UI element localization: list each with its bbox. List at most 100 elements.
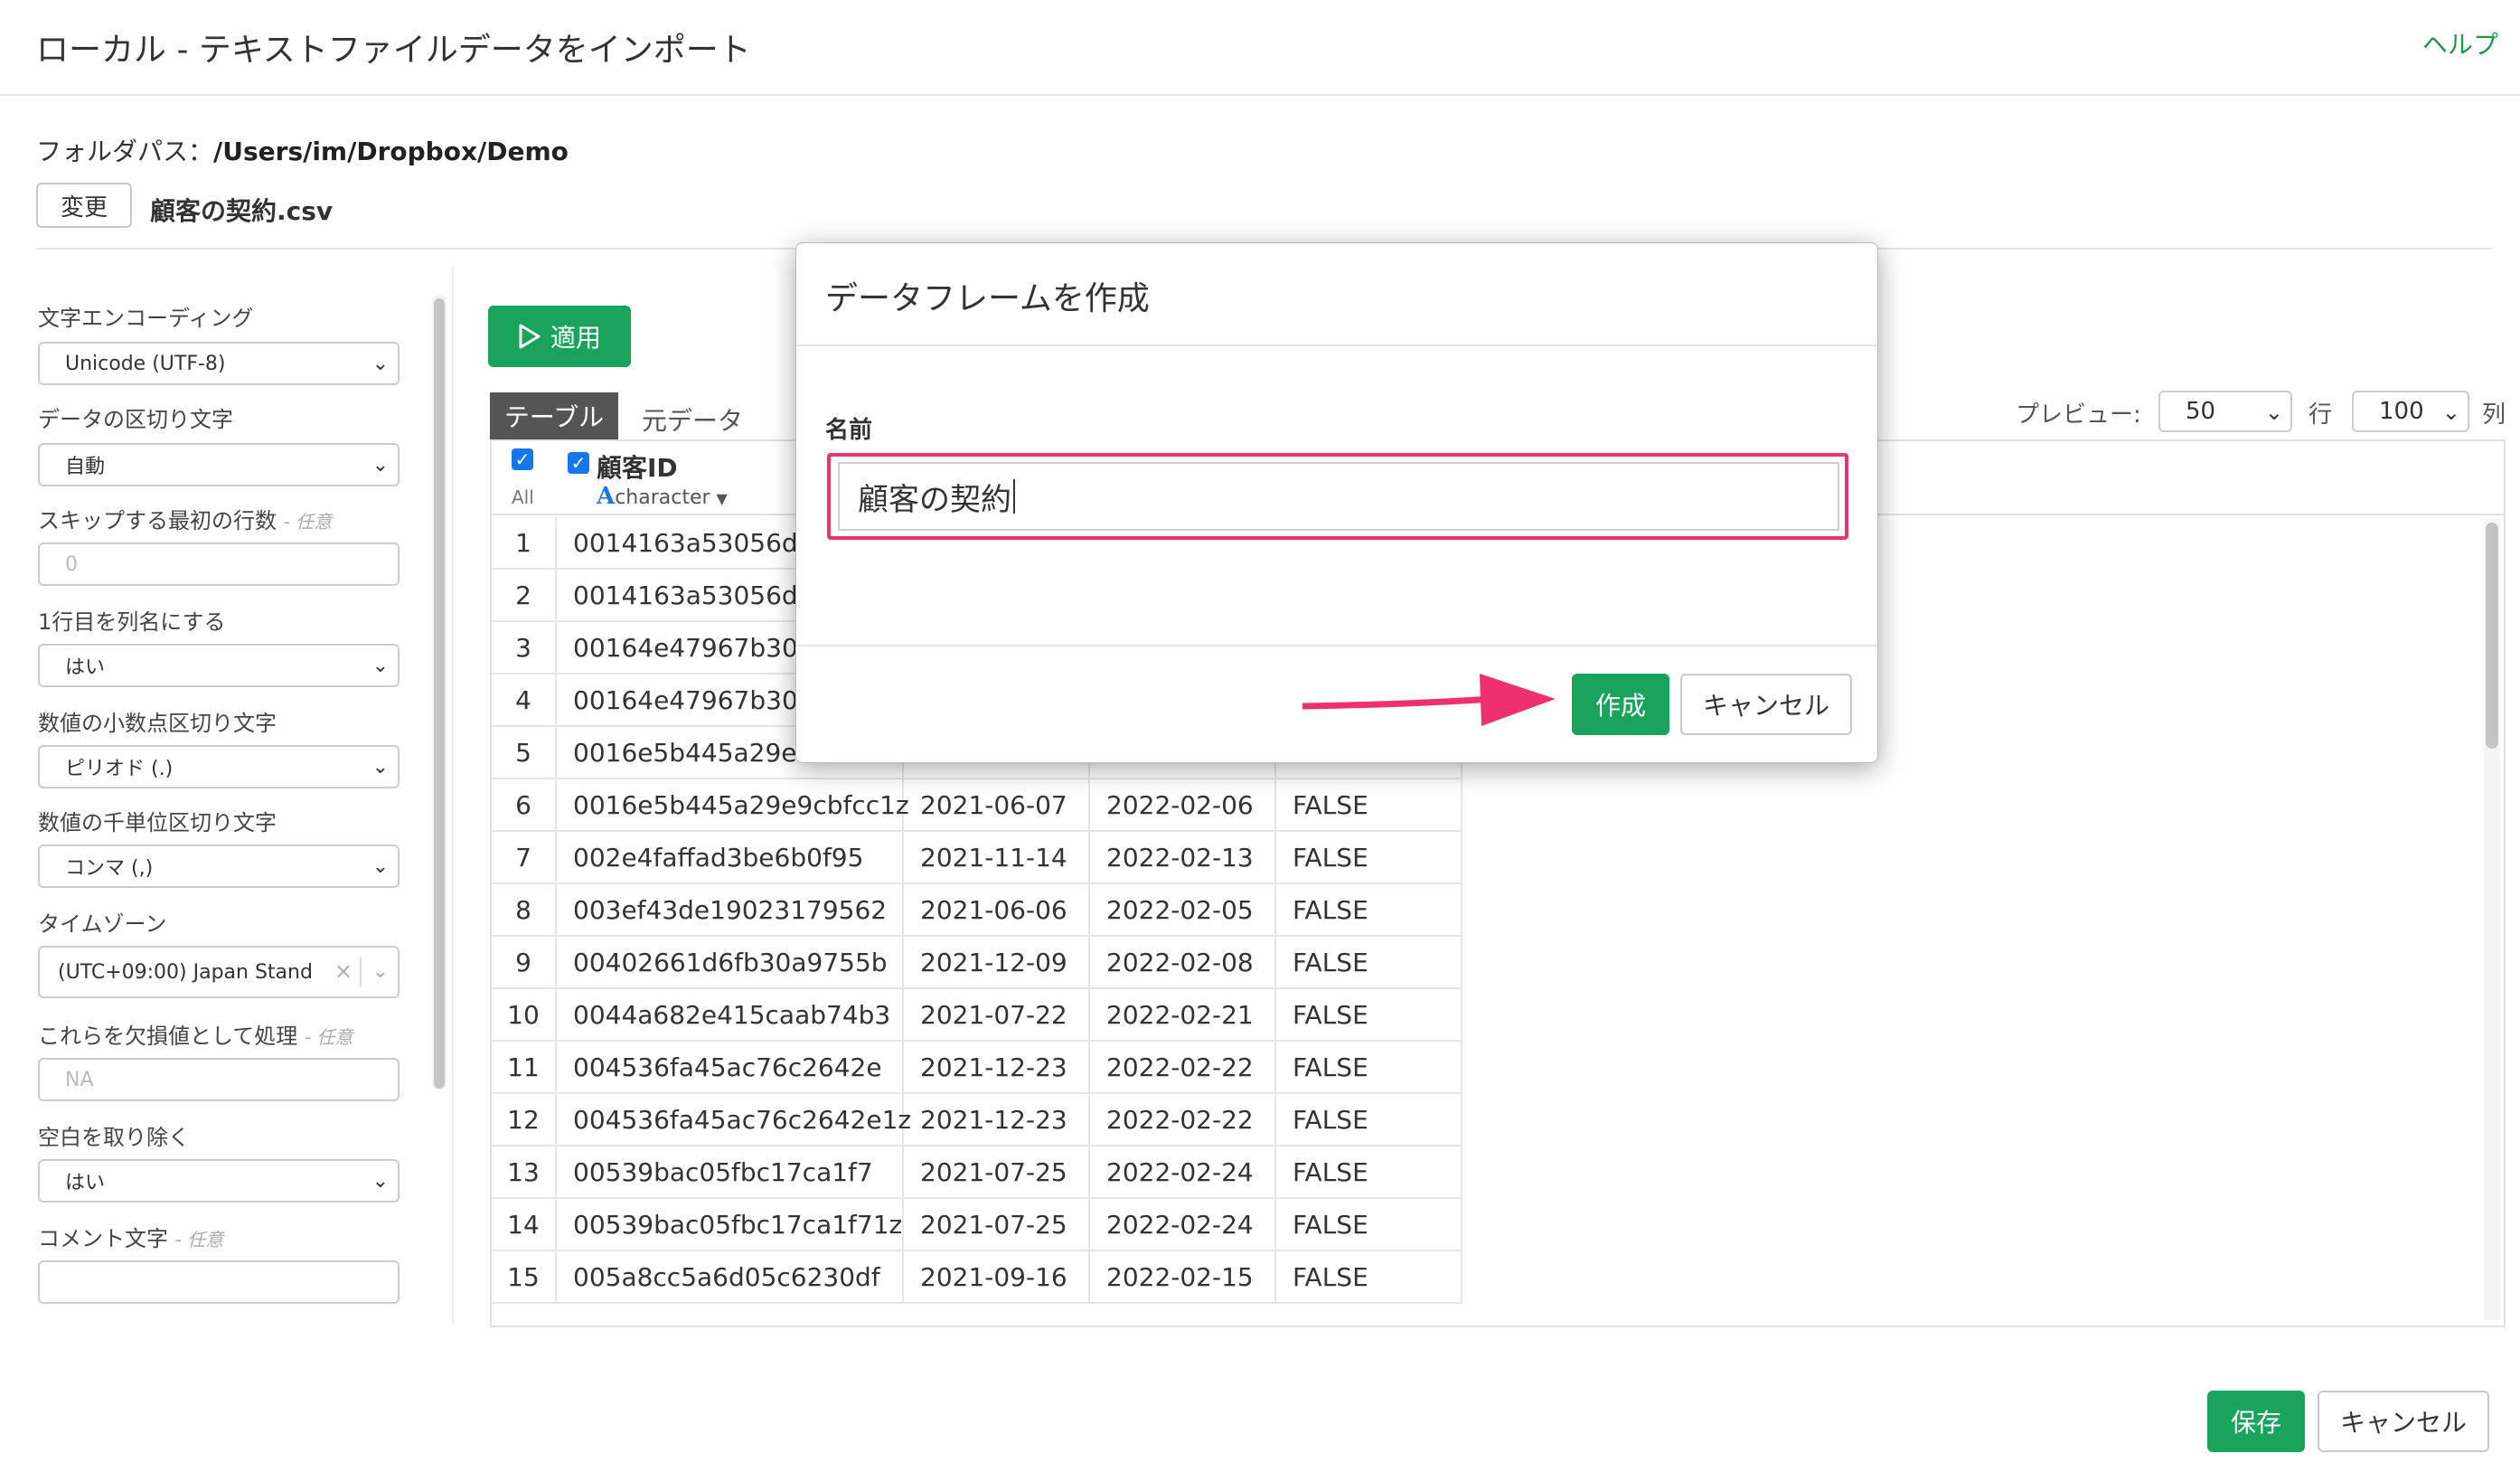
name-input[interactable]: 顧客の契約 <box>838 462 1839 531</box>
na-input[interactable]: NA <box>38 1058 400 1101</box>
cell-date-end: 2022-02-15 <box>1090 1251 1276 1302</box>
row-number: 11 <box>492 1042 557 1092</box>
optional-tag: - 任意 <box>304 1026 353 1048</box>
cell-flag: FALSE <box>1276 1094 1462 1145</box>
cell-customer-id: 004536fa45ac76c2642e1z <box>557 1094 911 1145</box>
dialog-footer-divider <box>796 645 1877 646</box>
cell-customer-id: 0016e5b445a29e9cbfcc1z <box>557 779 909 830</box>
preview-label: プレビュー: <box>2016 401 2141 429</box>
cell-customer-id: 002e4faffad3be6b0f95 <box>557 832 904 882</box>
cell-date-start: 2021-12-23 <box>904 1042 1090 1092</box>
text-cursor <box>1013 479 1015 514</box>
dialog-title: データフレームを作成 <box>825 280 1150 317</box>
row-number: 3 <box>492 622 557 673</box>
row-number: 9 <box>492 937 557 987</box>
folder-path-label: フォルダパス： <box>36 137 214 166</box>
trim-label: 空白を取り除く <box>38 1125 190 1150</box>
chevron-down-icon[interactable]: ⌄ <box>372 960 389 983</box>
cell-customer-id: 0044a682e415caab74b3 <box>557 989 904 1040</box>
row-number: 12 <box>492 1094 557 1145</box>
table-row: 6 0016e5b445a29e9cbfcc1z 2021-06-07 2022-02… <box>492 779 1462 832</box>
comment-label: コメント文字 - 任意 <box>38 1221 223 1252</box>
table-row: 10 0044a682e415caab74b3 2021-07-22 2022-02-… <box>492 989 1462 1042</box>
cell-flag: FALSE <box>1276 1042 1462 1092</box>
page-title: ローカル - テキストファイルデータをインポート <box>36 32 751 69</box>
preview-rows-select[interactable]: 50 ⌄ <box>2158 391 2292 432</box>
dialog-cancel-button[interactable]: キャンセル <box>1680 674 1852 735</box>
timezone-select[interactable]: (UTC+09:00) Japan Stand × ⌄ <box>38 946 400 998</box>
trim-value: はい <box>65 1172 106 1194</box>
table-row: 14 00539bac05fbc17ca1f71z 2021-07-25 2022-0… <box>492 1199 1462 1251</box>
cell-date-end: 2022-02-08 <box>1090 937 1276 987</box>
cell-date-end: 2022-02-24 <box>1090 1199 1276 1250</box>
tab-raw-data[interactable]: 元データ <box>642 401 743 438</box>
thousands-select[interactable]: コンマ (,) ⌄ <box>38 845 400 888</box>
apply-button[interactable]: 適用 <box>488 306 631 367</box>
table-row: 12 004536fa45ac76c2642e1z 2021-12-23 2022-0… <box>492 1094 1462 1146</box>
row-number: 13 <box>492 1146 557 1197</box>
cell-date-end: 2022-02-05 <box>1090 884 1276 935</box>
cell-flag: FALSE <box>1276 832 1462 882</box>
comment-input[interactable] <box>38 1260 400 1304</box>
row-number: 5 <box>492 727 557 778</box>
tab-table[interactable]: テーブル <box>490 392 618 439</box>
select-separator <box>360 957 362 987</box>
table-row: 15 005a8cc5a6d05c6230df 2021-09-16 2022-02-… <box>492 1251 1462 1304</box>
encoding-value: Unicode (UTF-8) <box>65 352 226 375</box>
column-header-name[interactable]: 顧客ID <box>597 448 678 485</box>
cell-flag: FALSE <box>1276 779 1462 830</box>
cell-date-start: 2021-07-25 <box>904 1146 1090 1197</box>
cell-date-start: 2021-07-25 <box>904 1199 1090 1250</box>
skip-rows-label-text: スキップする最初の行数 <box>38 508 277 533</box>
preview-cols-select[interactable]: 100 ⌄ <box>2352 391 2469 432</box>
column-type-selector[interactable]: Acharacter ▼ <box>597 483 728 510</box>
create-dataframe-dialog: データフレームを作成 名前 顧客の契約 作成 キャンセル <box>795 242 1878 763</box>
column-type-label: character <box>615 486 710 509</box>
file-name: 顧客の契約.csv <box>150 196 334 226</box>
save-button[interactable]: 保存 <box>2207 1391 2305 1452</box>
cell-date-end: 2022-02-13 <box>1090 832 1276 882</box>
delimiter-label: データの区切り文字 <box>38 407 233 432</box>
preview-rows-value: 50 <box>2186 398 2216 425</box>
skip-rows-input[interactable]: 0 <box>38 543 400 586</box>
apply-label: 適用 <box>550 323 601 353</box>
cell-date-end: 2022-02-22 <box>1090 1042 1276 1092</box>
optional-tag: - 任意 <box>283 511 333 533</box>
decimal-label: 数値の小数点区切り文字 <box>38 711 277 736</box>
row-number: 4 <box>492 675 557 725</box>
caret-down-icon: ▼ <box>716 490 728 507</box>
comment-label-text: コメント文字 <box>38 1226 168 1251</box>
table-row: 11 004536fa45ac76c2642e 2021-12-23 2022-02-… <box>492 1042 1462 1094</box>
clear-icon[interactable]: × <box>334 958 353 984</box>
chevron-down-icon: ⌄ <box>371 756 389 778</box>
header-row-select[interactable]: はい ⌄ <box>38 644 400 687</box>
select-all-checkbox[interactable]: ✓ <box>512 448 533 470</box>
table-row: 9 00402661d6fb30a9755b 2021-12-09 2022-02-0… <box>492 937 1462 989</box>
decimal-select[interactable]: ピリオド (.) ⌄ <box>38 745 400 788</box>
preview-cols-unit: 列 <box>2482 401 2506 429</box>
cell-date-start: 2021-09-16 <box>904 1251 1090 1302</box>
column-checkbox[interactable]: ✓ <box>568 452 589 474</box>
cell-flag: FALSE <box>1276 989 1462 1040</box>
cell-customer-id: 004536fa45ac76c2642e <box>557 1042 904 1092</box>
sidebar-scrollbar-thumb[interactable] <box>434 298 445 1089</box>
trim-select[interactable]: はい ⌄ <box>38 1159 400 1203</box>
cell-date-end: 2022-02-06 <box>1090 779 1276 830</box>
change-button[interactable]: 変更 <box>36 183 132 228</box>
help-link[interactable]: ヘルプ <box>2422 25 2498 61</box>
row-number: 7 <box>492 832 557 882</box>
cell-customer-id: 00539bac05fbc17ca1f7 <box>557 1146 904 1197</box>
thousands-label: 数値の千単位区切り文字 <box>38 810 277 835</box>
encoding-select[interactable]: Unicode (UTF-8) ⌄ <box>38 342 400 385</box>
header-divider <box>0 94 2520 96</box>
row-number: 14 <box>492 1199 557 1250</box>
cancel-button[interactable]: キャンセル <box>2318 1391 2489 1452</box>
chevron-down-icon: ⌄ <box>371 353 389 375</box>
cell-date-end: 2022-02-22 <box>1090 1094 1276 1145</box>
delimiter-select[interactable]: 自動 ⌄ <box>38 443 400 486</box>
skip-rows-label: スキップする最初の行数 - 任意 <box>38 503 332 534</box>
cell-date-start: 2021-06-07 <box>904 779 1090 830</box>
create-button[interactable]: 作成 <box>1572 674 1669 735</box>
grid-scrollbar-thumb[interactable] <box>2486 523 2498 749</box>
cell-flag: FALSE <box>1276 1199 1462 1250</box>
